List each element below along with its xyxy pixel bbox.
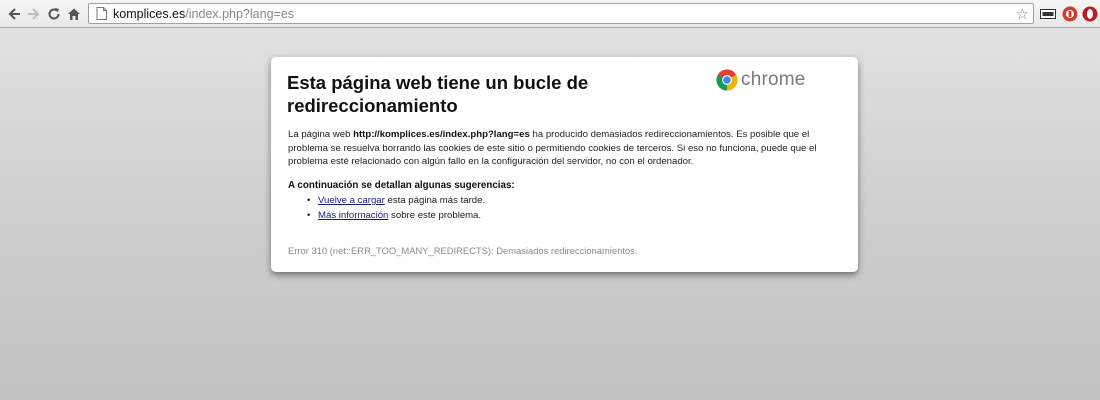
browser-toolbar: komplices.es/index.php?lang=es ☆ — [0, 0, 1100, 28]
suggestion-text: esta página más tarde. — [384, 195, 486, 206]
bullet: • — [307, 195, 311, 206]
list-item: • Más información sobre este problema. — [288, 209, 485, 224]
suggestions-heading: A continuación se detallan algunas suger… — [288, 180, 515, 191]
chrome-logo: chrome — [716, 69, 806, 91]
reload-link[interactable]: Vuelve a cargar — [318, 195, 385, 206]
desc-url: http://komplices.es/index.php?lang=es — [353, 129, 530, 140]
chrome-icon — [716, 69, 738, 91]
page-icon — [96, 7, 107, 20]
address-bar[interactable]: komplices.es/index.php?lang=es ☆ — [88, 3, 1034, 24]
desc-part1: La página web — [288, 129, 354, 140]
back-arrow-icon[interactable] — [4, 4, 24, 24]
forward-arrow-icon[interactable] — [24, 4, 44, 24]
suggestions-list: • Vuelve a cargar esta página más tarde.… — [288, 194, 485, 223]
more-info-link[interactable]: Más información — [318, 210, 388, 221]
home-icon[interactable] — [64, 4, 84, 24]
page-action-icon[interactable] — [1039, 5, 1057, 23]
suggestion-text: sobre este problema. — [388, 209, 482, 221]
list-item: • Vuelve a cargar esta página más tarde. — [288, 194, 485, 209]
url-host: komplices.es — [113, 6, 186, 21]
error-description: La página web http://komplices.es/index.… — [288, 128, 838, 169]
bullet: • — [307, 209, 311, 221]
error-card: Esta página web tiene un bucle de redire… — [271, 57, 858, 272]
error-code: Error 310 (net::ERR_TOO_MANY_REDIRECTS):… — [288, 245, 638, 256]
opera-like-extension-icon[interactable] — [1081, 5, 1099, 23]
url-text[interactable]: komplices.es/index.php?lang=es — [113, 7, 294, 21]
chrome-wordmark: chrome — [741, 69, 806, 90]
star-icon[interactable]: ☆ — [1016, 5, 1029, 23]
reload-icon[interactable] — [44, 4, 64, 24]
url-path: /index.php?lang=es — [185, 6, 295, 21]
page-title: Esta página web tiene un bucle de redire… — [287, 72, 589, 116]
red-extension-icon[interactable] — [1061, 5, 1079, 23]
